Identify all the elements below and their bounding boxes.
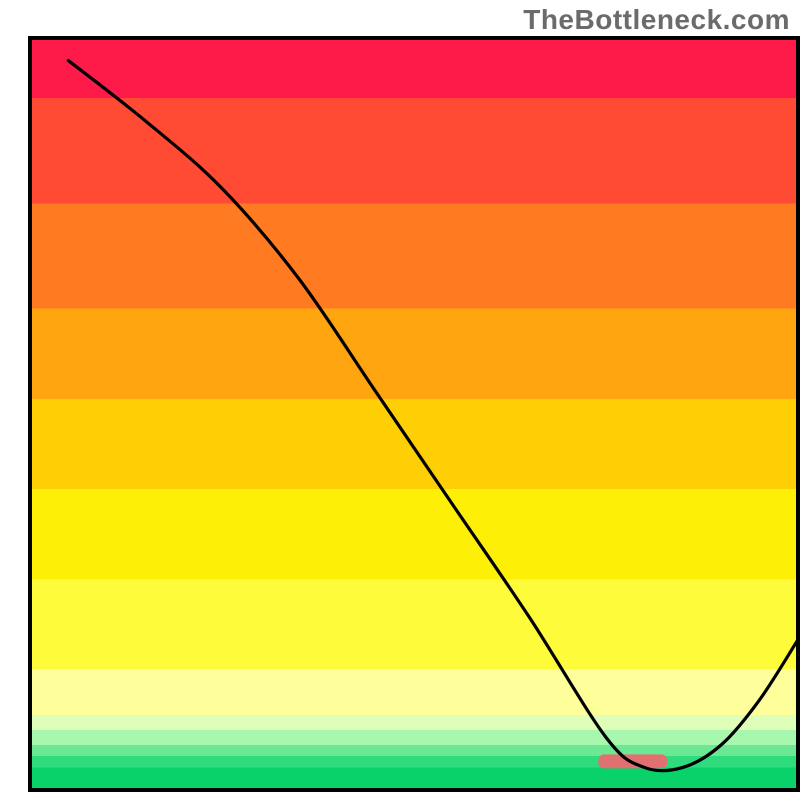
chart-container: TheBottleneck.com [0,0,800,800]
bottleneck-chart [0,0,800,800]
chart-background [30,38,798,790]
